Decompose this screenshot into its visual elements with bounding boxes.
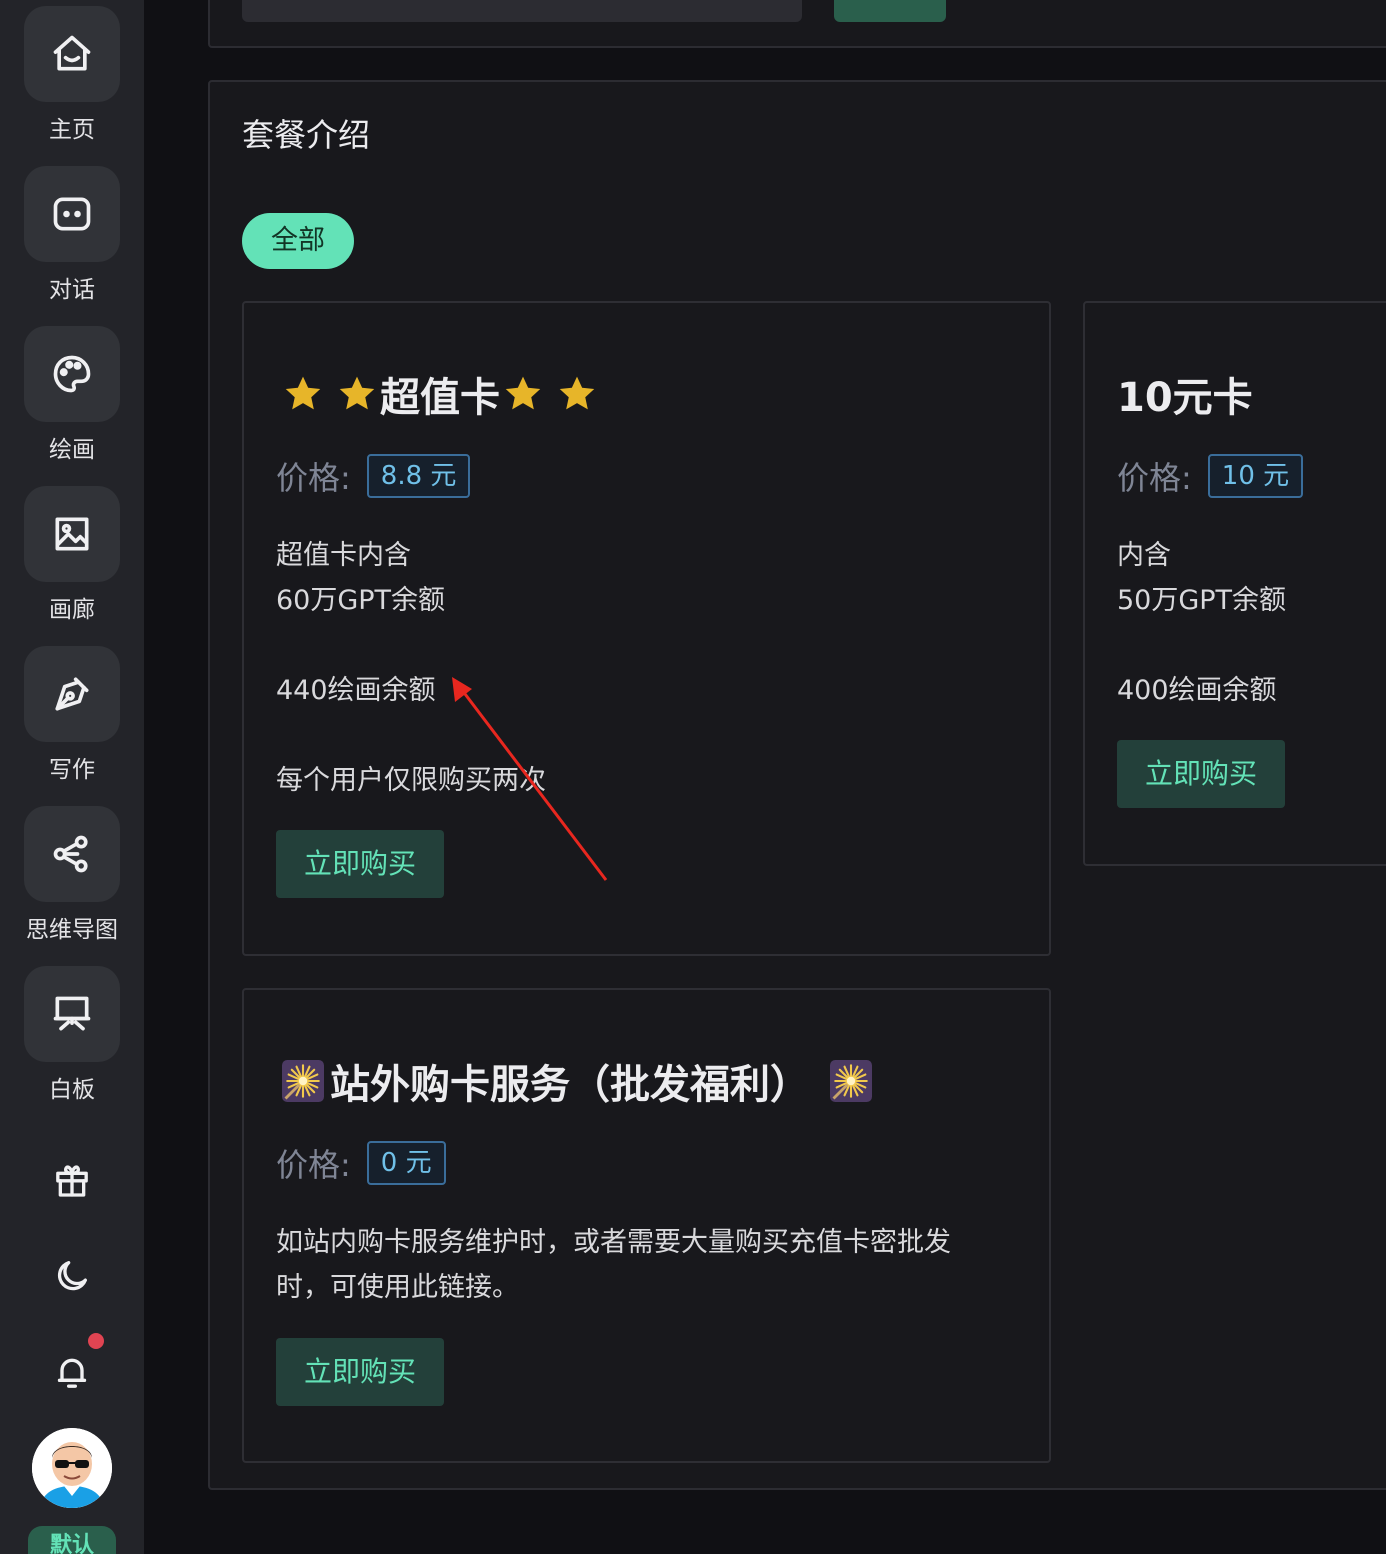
whiteboard-icon xyxy=(24,966,120,1062)
package-desc-line: 如站内购卡服务维护时，或者需要大量购买充值卡密批发 xyxy=(276,1227,951,1258)
star-icon xyxy=(339,376,375,410)
avatar[interactable] xyxy=(32,1428,112,1508)
notification-dot xyxy=(88,1333,104,1349)
buy-now-button[interactable]: 立即购买 xyxy=(276,830,444,898)
price-row: 价格: 8.8 元 xyxy=(276,453,471,499)
palette-icon xyxy=(24,326,120,422)
package-desc-line: 内含 xyxy=(1117,540,1171,571)
gift-icon[interactable] xyxy=(46,1154,98,1206)
nav-label: 白板 xyxy=(49,1077,95,1103)
nav-label: 绘画 xyxy=(49,437,95,463)
price-label: 价格: xyxy=(276,1146,351,1184)
star-icon xyxy=(559,376,595,410)
page-title: 套餐介绍 xyxy=(242,116,371,154)
package-desc-line: 60万GPT余额 xyxy=(276,585,446,616)
pen-icon xyxy=(24,646,120,742)
package-title-text: 超值卡 xyxy=(380,375,500,421)
package-title: 10元卡 xyxy=(1117,365,1253,423)
package-desc-line: 440绘画余额 xyxy=(276,675,436,706)
nav-label: 对话 xyxy=(49,277,95,303)
star-icon xyxy=(285,376,321,410)
package-title: 超值卡 xyxy=(276,365,600,423)
price-label: 价格: xyxy=(1117,459,1192,497)
price-tag: 0 元 xyxy=(366,1141,446,1185)
image-icon xyxy=(24,486,120,582)
package-title: 站外购卡服务（批发福利） xyxy=(276,1052,872,1110)
sparkler-icon xyxy=(282,1060,324,1102)
nav-label: 主页 xyxy=(49,117,95,143)
price-tag: 8.8 元 xyxy=(366,454,471,498)
price-row: 价格: 0 元 xyxy=(276,1140,446,1186)
buy-now-button[interactable]: 立即购买 xyxy=(276,1338,444,1406)
package-card: 站外购卡服务（批发福利） 价格: 0 元 如站内购卡服务维护时，或者需要大量购买… xyxy=(242,988,1051,1463)
search-input[interactable] xyxy=(242,0,802,22)
package-desc-line: 400绘画余额 xyxy=(1117,675,1277,706)
filter-tag-all[interactable]: 全部 xyxy=(242,213,354,269)
package-title-text: 站外购卡服务（批发福利） xyxy=(330,1062,810,1108)
nav-label: 写作 xyxy=(49,757,95,783)
nav-label: 画廊 xyxy=(49,597,95,623)
search-button[interactable] xyxy=(834,0,946,22)
buy-now-button[interactable]: 立即购买 xyxy=(1117,740,1285,808)
moon-icon[interactable] xyxy=(46,1250,98,1302)
price-row: 价格: 10 元 xyxy=(1117,453,1304,499)
chat-icon xyxy=(24,166,120,262)
package-desc-line: 50万GPT余额 xyxy=(1117,585,1287,616)
star-icon xyxy=(505,376,541,410)
sidebar: 主页 对话 绘画 画廊 写作 思维导图 白板 默认 xyxy=(0,0,144,1554)
package-desc-line: 时，可使用此链接。 xyxy=(276,1272,519,1303)
price-label: 价格: xyxy=(276,459,351,497)
sparkler-icon xyxy=(830,1060,872,1102)
package-title-text: 10元卡 xyxy=(1117,375,1253,421)
package-card: 超值卡 价格: 8.8 元 超值卡内含 60万GPT余额 440绘画余额 每个用… xyxy=(242,301,1051,956)
home-icon xyxy=(24,6,120,102)
mindmap-icon xyxy=(24,806,120,902)
package-desc-line: 每个用户仅限购买两次 xyxy=(276,765,546,796)
user-badge[interactable]: 默认 xyxy=(28,1526,116,1554)
nav-label: 思维导图 xyxy=(26,917,118,943)
package-desc-line: 超值卡内含 xyxy=(276,540,411,571)
package-card: 10元卡 价格: 10 元 内含 50万GPT余额 400绘画余额 立即购买 xyxy=(1083,301,1386,866)
bell-icon[interactable] xyxy=(46,1346,98,1398)
price-tag: 10 元 xyxy=(1207,454,1304,498)
